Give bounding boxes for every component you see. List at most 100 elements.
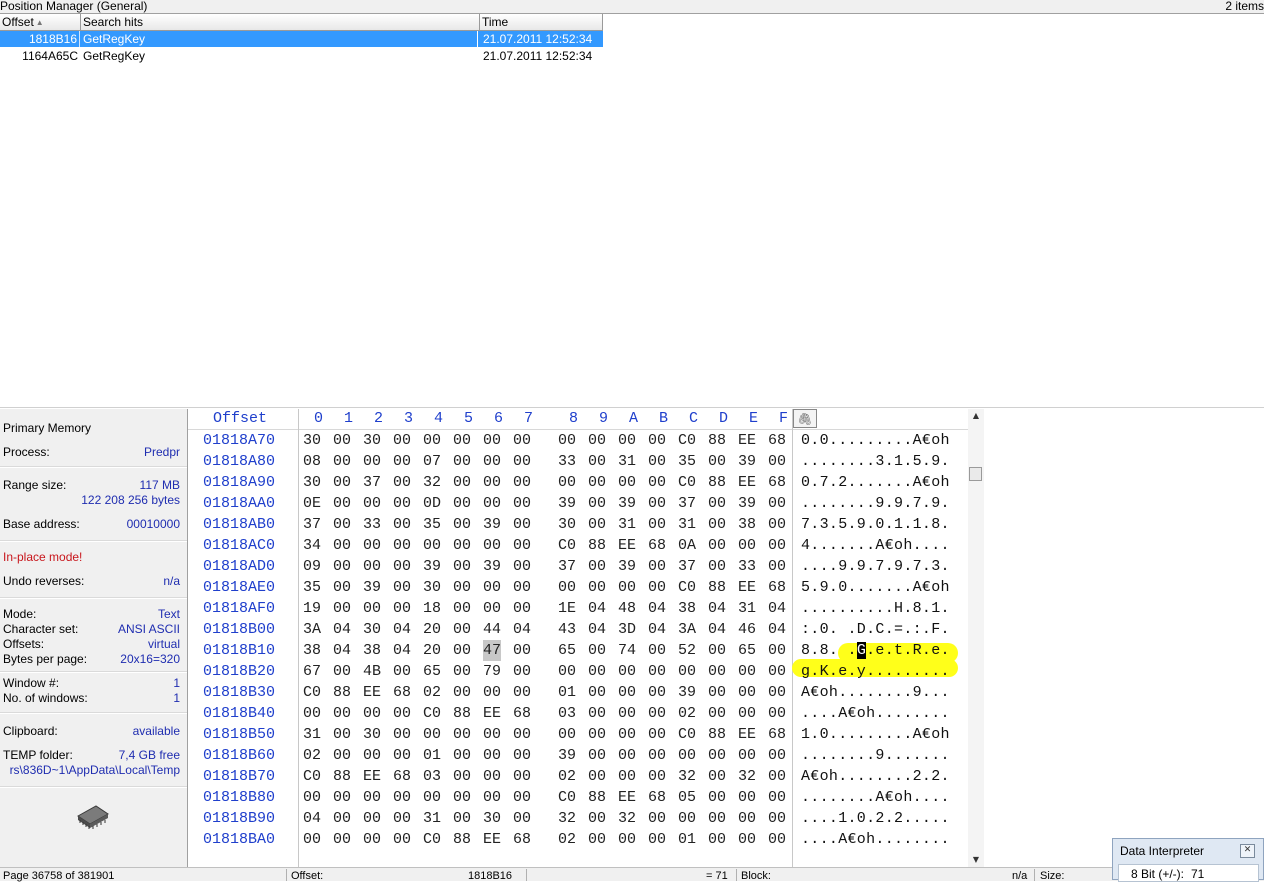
hex-byte[interactable]: 00 <box>363 493 381 514</box>
hex-byte[interactable]: 74 <box>618 640 636 661</box>
hex-byte[interactable]: 00 <box>588 577 606 598</box>
hex-byte[interactable]: C0 <box>558 787 576 808</box>
hex-byte[interactable]: 00 <box>333 787 351 808</box>
hex-byte[interactable]: 00 <box>648 577 666 598</box>
hex-byte[interactable]: EE <box>483 829 501 850</box>
hex-byte[interactable]: 00 <box>588 724 606 745</box>
hex-byte[interactable]: 00 <box>648 451 666 472</box>
hex-byte[interactable]: 30 <box>363 724 381 745</box>
column-offset[interactable]: Offset ▲ <box>0 14 81 30</box>
row-text[interactable]: 8.8. .G.e.t.R.e. <box>801 640 950 661</box>
row-text[interactable]: ....9.9.7.9.7.3. <box>801 556 950 577</box>
row-text[interactable]: ....A€oh........ <box>801 829 950 850</box>
hex-byte[interactable]: 00 <box>453 451 471 472</box>
hex-byte[interactable]: 20 <box>423 619 441 640</box>
hex-byte[interactable]: 38 <box>678 598 696 619</box>
hex-byte[interactable]: 02 <box>423 682 441 703</box>
hex-byte[interactable]: 00 <box>648 703 666 724</box>
hex-byte[interactable]: 00 <box>453 430 471 451</box>
hex-byte[interactable]: 65 <box>558 640 576 661</box>
hex-byte[interactable]: 00 <box>588 829 606 850</box>
hex-byte[interactable]: 0A <box>678 535 696 556</box>
hex-byte[interactable]: 37 <box>678 493 696 514</box>
hex-byte[interactable]: 00 <box>768 829 786 850</box>
hex-byte[interactable]: 00 <box>333 472 351 493</box>
hex-byte[interactable]: 00 <box>393 556 411 577</box>
hex-byte[interactable]: 00 <box>483 535 501 556</box>
hex-byte[interactable]: 00 <box>333 829 351 850</box>
hex-byte[interactable]: EE <box>483 703 501 724</box>
hex-byte[interactable]: 04 <box>393 640 411 661</box>
hex-byte[interactable]: 00 <box>648 514 666 535</box>
hex-byte[interactable]: 00 <box>648 745 666 766</box>
hex-byte[interactable]: 09 <box>303 556 321 577</box>
hex-byte[interactable]: 00 <box>333 535 351 556</box>
hex-byte[interactable]: 00 <box>678 745 696 766</box>
hex-byte[interactable]: 88 <box>708 724 726 745</box>
hex-byte[interactable]: 30 <box>363 619 381 640</box>
hex-byte[interactable]: 00 <box>333 703 351 724</box>
hex-byte[interactable]: 00 <box>303 829 321 850</box>
column-time[interactable]: Time <box>480 14 603 30</box>
hex-byte[interactable]: 04 <box>648 619 666 640</box>
hex-byte[interactable]: 00 <box>648 430 666 451</box>
hex-byte[interactable]: 34 <box>303 535 321 556</box>
hex-byte[interactable]: 00 <box>558 430 576 451</box>
hex-byte[interactable]: 00 <box>453 535 471 556</box>
hex-byte[interactable]: 00 <box>588 703 606 724</box>
hex-byte[interactable]: 00 <box>738 682 756 703</box>
hex-byte[interactable]: 68 <box>768 472 786 493</box>
hex-byte[interactable]: 00 <box>708 451 726 472</box>
hex-byte[interactable]: 00 <box>363 535 381 556</box>
hex-byte[interactable]: 00 <box>708 535 726 556</box>
hex-byte[interactable]: 00 <box>648 766 666 787</box>
hex-byte[interactable]: 00 <box>483 577 501 598</box>
hex-byte[interactable]: 37 <box>678 556 696 577</box>
pane-splitter[interactable] <box>0 407 1264 408</box>
hex-byte[interactable]: 68 <box>513 829 531 850</box>
hex-byte[interactable]: 00 <box>708 661 726 682</box>
hex-byte[interactable]: 00 <box>768 703 786 724</box>
hex-byte[interactable]: 04 <box>708 619 726 640</box>
hex-byte[interactable]: 00 <box>363 829 381 850</box>
hex-byte[interactable]: 03 <box>558 703 576 724</box>
hex-byte[interactable]: 00 <box>738 808 756 829</box>
row-text[interactable]: 4.......A€oh.... <box>801 535 950 556</box>
hex-byte[interactable]: C0 <box>558 535 576 556</box>
hex-byte[interactable]: 00 <box>738 829 756 850</box>
hex-byte[interactable]: 39 <box>558 745 576 766</box>
hex-byte[interactable]: 00 <box>738 745 756 766</box>
hex-byte[interactable]: 00 <box>618 430 636 451</box>
data-interpreter-window[interactable]: Data Interpreter ✕ 8 Bit (+/-): 71 <box>1112 838 1264 882</box>
hex-byte[interactable]: 00 <box>363 598 381 619</box>
hex-byte[interactable]: 00 <box>708 745 726 766</box>
hex-byte[interactable]: 00 <box>648 661 666 682</box>
hex-byte[interactable]: 00 <box>483 682 501 703</box>
hex-byte[interactable]: 00 <box>588 661 606 682</box>
hex-byte[interactable]: 00 <box>513 430 531 451</box>
hex-byte[interactable]: 88 <box>588 535 606 556</box>
hex-byte[interactable]: EE <box>738 724 756 745</box>
hex-byte[interactable]: 00 <box>483 766 501 787</box>
hex-byte[interactable]: 00 <box>393 493 411 514</box>
hex-byte[interactable]: 00 <box>483 493 501 514</box>
hex-byte[interactable]: 04 <box>588 598 606 619</box>
hex-byte[interactable]: 02 <box>303 745 321 766</box>
hex-byte[interactable]: 00 <box>648 472 666 493</box>
hex-byte[interactable]: 00 <box>453 514 471 535</box>
hex-byte[interactable]: 00 <box>393 661 411 682</box>
hex-byte[interactable]: 00 <box>513 724 531 745</box>
close-icon[interactable]: ✕ <box>1240 844 1255 858</box>
hex-byte[interactable]: 00 <box>393 808 411 829</box>
hex-byte[interactable]: 00 <box>708 640 726 661</box>
hex-byte[interactable]: EE <box>738 577 756 598</box>
hex-byte[interactable]: 39 <box>738 451 756 472</box>
hex-byte[interactable]: 47 <box>483 640 502 661</box>
hex-byte[interactable]: 00 <box>648 829 666 850</box>
hex-byte[interactable]: 00 <box>768 493 786 514</box>
hex-byte[interactable]: EE <box>618 535 636 556</box>
hex-byte[interactable]: 88 <box>333 766 351 787</box>
hex-byte[interactable]: 00 <box>483 472 501 493</box>
hex-byte[interactable]: 88 <box>588 787 606 808</box>
hex-byte[interactable]: 00 <box>513 808 531 829</box>
